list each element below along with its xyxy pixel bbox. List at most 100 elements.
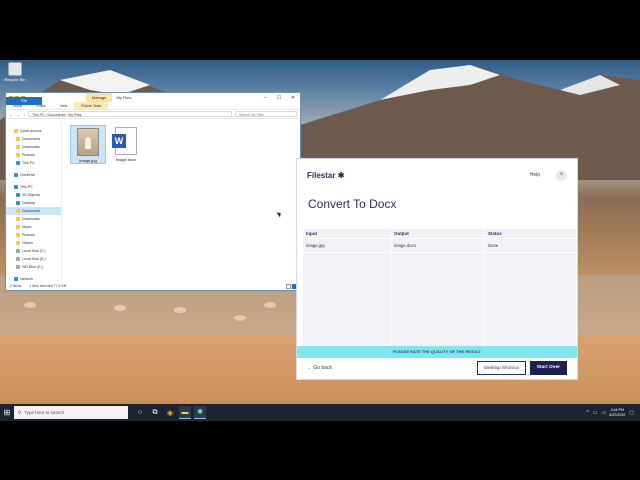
desktop-shortcut-button[interactable]: Desktop Shortcut [477,361,526,375]
pc-icon [16,161,20,165]
pictures-icon [16,233,20,237]
status-column: Status Done [485,229,577,346]
file-explorer-icon[interactable]: ▬ [179,406,191,419]
nav-item[interactable]: Local Disk (C:) [6,247,61,255]
status-item-count: 2 items [10,284,22,288]
address-bar[interactable]: This PC › Documents › My Files [28,111,232,117]
maximize-button[interactable]: ☐ [272,95,286,101]
word-document-icon: W [112,127,137,155]
output-column: Output image.docx [391,229,485,346]
up-arrow-icon[interactable]: ↑ [23,112,25,117]
nav-item-label: WD Blue (E:) [22,265,43,269]
explorer-status-bar: 2 items 1 item selected 77.5 KB [6,282,300,290]
close-button[interactable]: ✕ [286,95,300,101]
ribbon-tabs: File Home Share View Picture Tools [6,97,300,110]
recycle-bin-shortcut[interactable]: Recycle Bin [2,62,28,82]
nav-item-label: This PC [22,161,35,165]
documents-icon [16,209,20,213]
tab-file[interactable]: File [6,97,42,105]
cortana-icon[interactable]: ○ [134,406,146,419]
downloads-icon [16,145,20,149]
filestar-app-icon[interactable]: ✱ [194,406,206,419]
nav-item[interactable]: 3D Objects [6,191,61,199]
nav-item[interactable]: Desktop [6,199,61,207]
nav-item[interactable]: WD Blue (E:) [6,263,61,271]
nav-item[interactable]: Pictures [6,231,61,239]
nav-item-label: Network [20,277,34,281]
explorer-search-input[interactable]: Search My Files [235,111,297,117]
nav-item-label: Documents [22,209,41,213]
file-item-image-jpg[interactable]: image.jpg [70,125,106,164]
start-over-button[interactable]: Start Over [529,361,567,375]
file-name: image.docx [115,157,137,162]
desktop-icon [16,201,20,205]
asterisk-icon: ✱ [337,170,345,180]
clock[interactable]: 4:44 PM 6/22/2020 [609,408,625,418]
output-file-cell[interactable]: image.docx [391,239,484,253]
nav-item[interactable]: OneDrive [6,171,61,179]
forward-arrow-icon[interactable]: → [16,112,20,117]
nav-item-label: Videos [22,241,33,245]
nav-item[interactable]: This PC [6,159,61,167]
explorer-body: Quick access Documents Downloads Pictures Th… [6,121,300,282]
search-icon: ⚲ [18,409,22,415]
filestar-window: Filestar ✱ Help × Convert To Docx Input … [296,158,578,380]
file-name: image.jpg [79,158,97,163]
cloud-icon [14,173,18,177]
explorer-window-title: My Files [116,95,132,100]
pictures-icon [16,153,20,157]
nav-item-label: Music [22,225,32,229]
nav-item-label: Downloads [22,145,40,149]
filestar-logo: Filestar ✱ [307,170,345,180]
nav-item[interactable]: Documents [6,135,61,143]
back-arrow-icon[interactable]: ← [9,112,13,117]
minimize-button[interactable]: – [258,95,272,101]
details-view-button[interactable] [286,283,291,289]
drive-icon [16,257,20,261]
nav-item[interactable]: Downloads [6,215,61,223]
window-controls: – ☐ ✕ [258,95,300,101]
volume-icon[interactable]: ◁ [601,410,605,416]
taskbar-search-box[interactable]: ⚲ Type here to search [14,406,128,419]
network-icon[interactable]: ▭ [593,410,598,416]
nav-item[interactable]: Pictures [6,151,61,159]
chevron-up-icon[interactable]: ^ [586,410,588,416]
column-header: Status [485,229,576,239]
conversion-table: Input image.jpg Output image.docx Status… [303,229,577,346]
taskbar-search-placeholder: Type here to search [24,410,65,415]
nav-item[interactable]: Videos [6,239,61,247]
status-selection: 1 item selected 77.5 KB [29,284,67,288]
nav-item[interactable]: Quick access [6,127,61,135]
network-icon [14,277,18,281]
videos-icon [16,241,20,245]
input-column: Input image.jpg [303,229,391,346]
file-item-image-docx[interactable]: W image.docx [108,125,144,162]
nav-item-label: Pictures [22,233,35,237]
nav-item[interactable]: This PC [6,183,61,191]
windows-start-icon[interactable]: ⊞ [0,404,14,421]
nav-item[interactable]: Music [6,223,61,231]
chrome-icon[interactable]: ◉ [164,406,176,419]
nav-item[interactable]: Local Disk (D:) [6,255,61,263]
go-back-link[interactable]: ← Go back [307,365,332,371]
nav-item[interactable]: Downloads [6,143,61,151]
task-view-icon[interactable]: ⧉ [149,406,161,419]
tab-view[interactable]: View [53,102,75,110]
column-header: Output [391,229,484,239]
notifications-icon[interactable]: ▢ [629,410,634,416]
clock-date: 6/22/2020 [609,412,626,417]
drive-icon [16,265,20,269]
nav-item-label: Downloads [22,217,40,221]
column-header: Input [303,229,390,239]
recycle-bin-label: Recycle Bin [4,77,26,82]
close-icon[interactable]: × [556,169,567,181]
help-link[interactable]: Help [530,172,540,178]
input-file-cell[interactable]: image.jpg [303,239,390,253]
taskbar-apps: ○ ⧉ ◉ ▬ ✱ [134,406,206,419]
file-list: image.jpg W image.docx [62,121,300,282]
tab-picture-tools[interactable]: Picture Tools [74,101,109,110]
nav-item-label: Local Disk (D:) [22,257,46,261]
nav-item[interactable]: Documents [6,207,61,215]
filestar-header: Filestar ✱ Help × [297,159,577,191]
cube-icon [16,193,20,197]
